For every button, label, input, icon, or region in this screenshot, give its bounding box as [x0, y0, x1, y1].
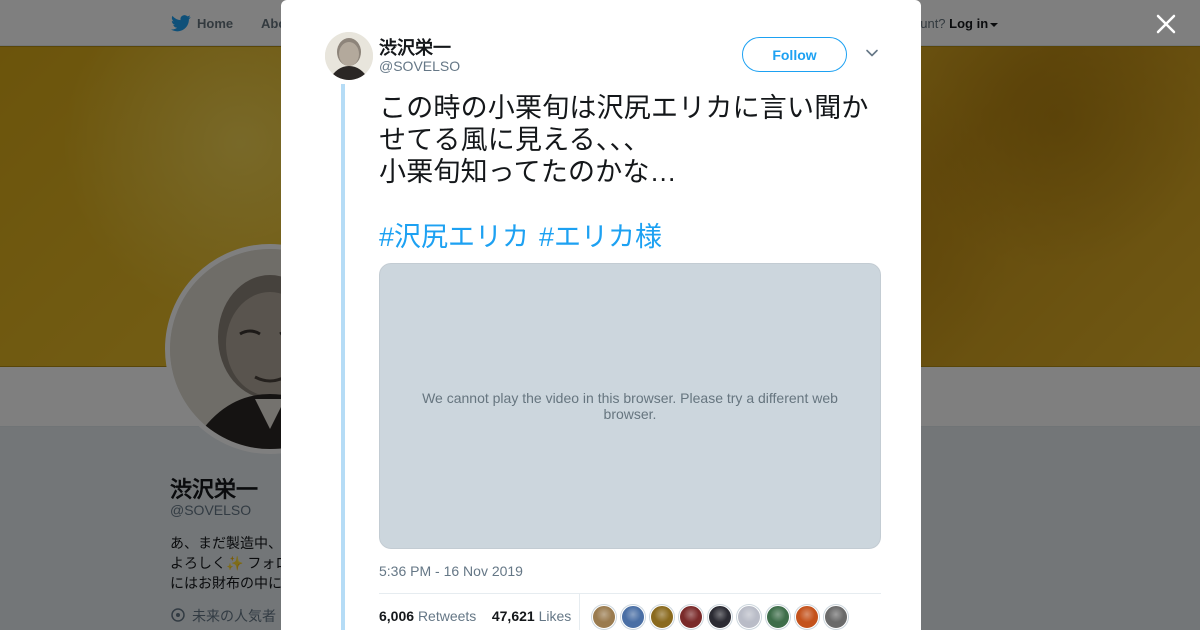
liker-avatar[interactable]	[592, 605, 616, 629]
video-player[interactable]: We cannot play the video in this browser…	[379, 263, 881, 549]
liker-avatars	[592, 605, 848, 629]
author-portrait-image	[325, 32, 373, 80]
retweets-stat[interactable]: 6,006 Retweets	[379, 608, 476, 624]
liker-avatar[interactable]	[708, 605, 732, 629]
tweet-timestamp[interactable]: 5:36 PM - 16 Nov 2019	[379, 563, 523, 579]
close-icon[interactable]	[1154, 12, 1178, 36]
tweet-text-line: 小栗旬知ってたのかな…	[379, 157, 677, 187]
likes-label: Likes	[538, 608, 572, 624]
liker-avatar[interactable]	[621, 605, 645, 629]
liker-avatar[interactable]	[766, 605, 790, 629]
tweet-author-handle[interactable]: @SOVELSO	[379, 58, 460, 74]
hashtag-link[interactable]: #エリカ様	[539, 222, 662, 252]
tweet-text-line: せてる風に見える、、、	[379, 125, 651, 155]
stats-divider	[379, 593, 881, 594]
liker-avatar[interactable]	[650, 605, 674, 629]
follow-button[interactable]: Follow	[742, 37, 847, 72]
tweet-text-line: この時の小栗旬は沢尻エリカに言い聞か	[379, 93, 869, 123]
tweet-modal: 渋沢栄一 @SOVELSO Follow この時の小栗旬は沢尻エリカに言い聞か …	[281, 0, 921, 630]
hashtag-link[interactable]: #沢尻エリカ	[379, 222, 529, 252]
tweet-author-name[interactable]: 渋沢栄一	[379, 34, 451, 60]
chevron-down-icon[interactable]	[865, 46, 879, 60]
tweet-text: この時の小栗旬は沢尻エリカに言い聞か せてる風に見える、、、 小栗旬知ってたのか…	[379, 92, 889, 188]
retweets-label: Retweets	[417, 608, 477, 624]
liker-avatar[interactable]	[795, 605, 819, 629]
hashtag-row: #沢尻エリカ #エリカ様	[379, 219, 662, 255]
likes-count: 47,621	[491, 608, 535, 624]
liker-avatar[interactable]	[679, 605, 703, 629]
video-error-message: We cannot play the video in this browser…	[422, 390, 838, 422]
stats-separator	[579, 594, 580, 630]
liker-avatar[interactable]	[824, 605, 848, 629]
likes-stat[interactable]: 47,621 Likes	[492, 608, 571, 624]
tweet-stats: 6,006 Retweets 47,621 Likes	[379, 608, 571, 624]
liker-avatar[interactable]	[737, 605, 761, 629]
tweet-author-avatar[interactable]	[325, 32, 373, 80]
thread-line	[341, 84, 345, 630]
retweets-count: 6,006	[379, 608, 415, 624]
